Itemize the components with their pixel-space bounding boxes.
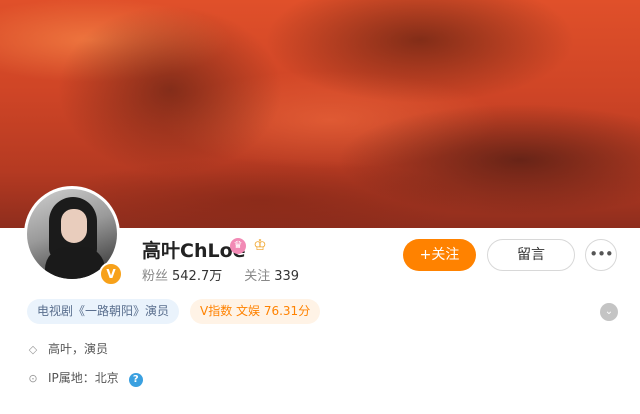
message-button[interactable]: 留言 [487,239,575,271]
bio-row: ◇ 高叶，演员 [26,340,108,357]
followers-label[interactable]: 粉丝 [142,269,168,284]
verified-badge-icon: V [99,262,123,286]
shield-icon: ◇ [28,343,38,356]
follow-button[interactable]: +关注 [403,239,476,271]
avatar-body [45,247,105,279]
v-index-tag[interactable]: V指数 文娱 76.31分 [190,299,321,324]
following-label[interactable]: 关注 [244,269,270,284]
followers-count[interactable]: 542.7万 [172,269,222,284]
ip-row: ⊙ IP属地：北京? [26,369,143,387]
svip-badge-icon[interactable]: ♛ [230,238,246,254]
role-tag[interactable]: 电视剧《一路朝阳》演员 [27,299,180,324]
more-options-button[interactable]: ••• [585,239,617,271]
location-icon: ⊙ [28,372,38,385]
profile-page: V 高叶ChLoe ♛ ♔ 粉丝 542.7万 关注 339 +关注 留言 ••• 电… [0,0,640,414]
avatar-face [61,209,87,243]
ip-text: IP属地：北京 [48,371,119,385]
crown-icon[interactable]: ♔ [250,236,270,254]
following-count[interactable]: 339 [274,269,299,284]
bio-text: 高叶，演员 [48,342,109,356]
expand-chevron-icon[interactable]: ⌄ [600,303,618,321]
help-icon[interactable]: ? [128,373,143,387]
profile-stats: 粉丝 542.7万 关注 339 [142,265,303,284]
